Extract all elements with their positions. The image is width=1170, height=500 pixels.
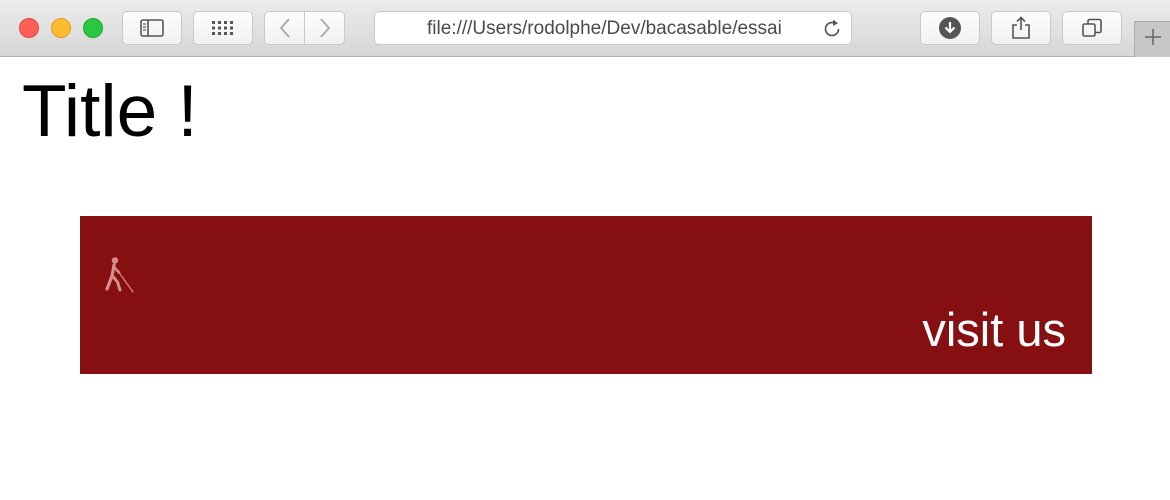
forward-button[interactable] (304, 11, 345, 45)
new-tab-button[interactable] (1134, 21, 1170, 57)
download-icon (938, 16, 962, 40)
reload-icon[interactable] (821, 18, 843, 45)
close-window-button[interactable] (19, 18, 39, 38)
share-icon (1011, 16, 1031, 40)
visit-us-link[interactable]: visit us (922, 304, 1066, 356)
share-button[interactable] (991, 11, 1051, 45)
top-sites-button[interactable] (193, 11, 253, 45)
chevron-right-icon (319, 17, 331, 39)
show-tabs-button[interactable] (1062, 11, 1122, 45)
minimize-window-button[interactable] (51, 18, 71, 38)
downloads-button[interactable] (920, 11, 980, 45)
plus-icon (1144, 28, 1162, 51)
sidebar-button[interactable] (122, 11, 182, 45)
zoom-window-button[interactable] (83, 18, 103, 38)
grid-icon (211, 20, 235, 36)
address-url[interactable]: file:///Users/rodolphe/Dev/bacasable/ess… (427, 19, 805, 39)
tabs-icon (1081, 18, 1103, 38)
chevron-left-icon (279, 17, 291, 39)
page-title: Title ! (22, 71, 198, 152)
browser-toolbar: file:///Users/rodolphe/Dev/bacasable/ess… (0, 0, 1170, 57)
back-button[interactable] (264, 11, 305, 45)
sidebar-icon (140, 19, 164, 37)
blind-person-with-cane-icon (102, 256, 136, 299)
browser-window: file:///Users/rodolphe/Dev/bacasable/ess… (0, 0, 1170, 500)
address-bar[interactable]: file:///Users/rodolphe/Dev/bacasable/ess… (374, 11, 852, 45)
banner: visit us (80, 216, 1092, 374)
